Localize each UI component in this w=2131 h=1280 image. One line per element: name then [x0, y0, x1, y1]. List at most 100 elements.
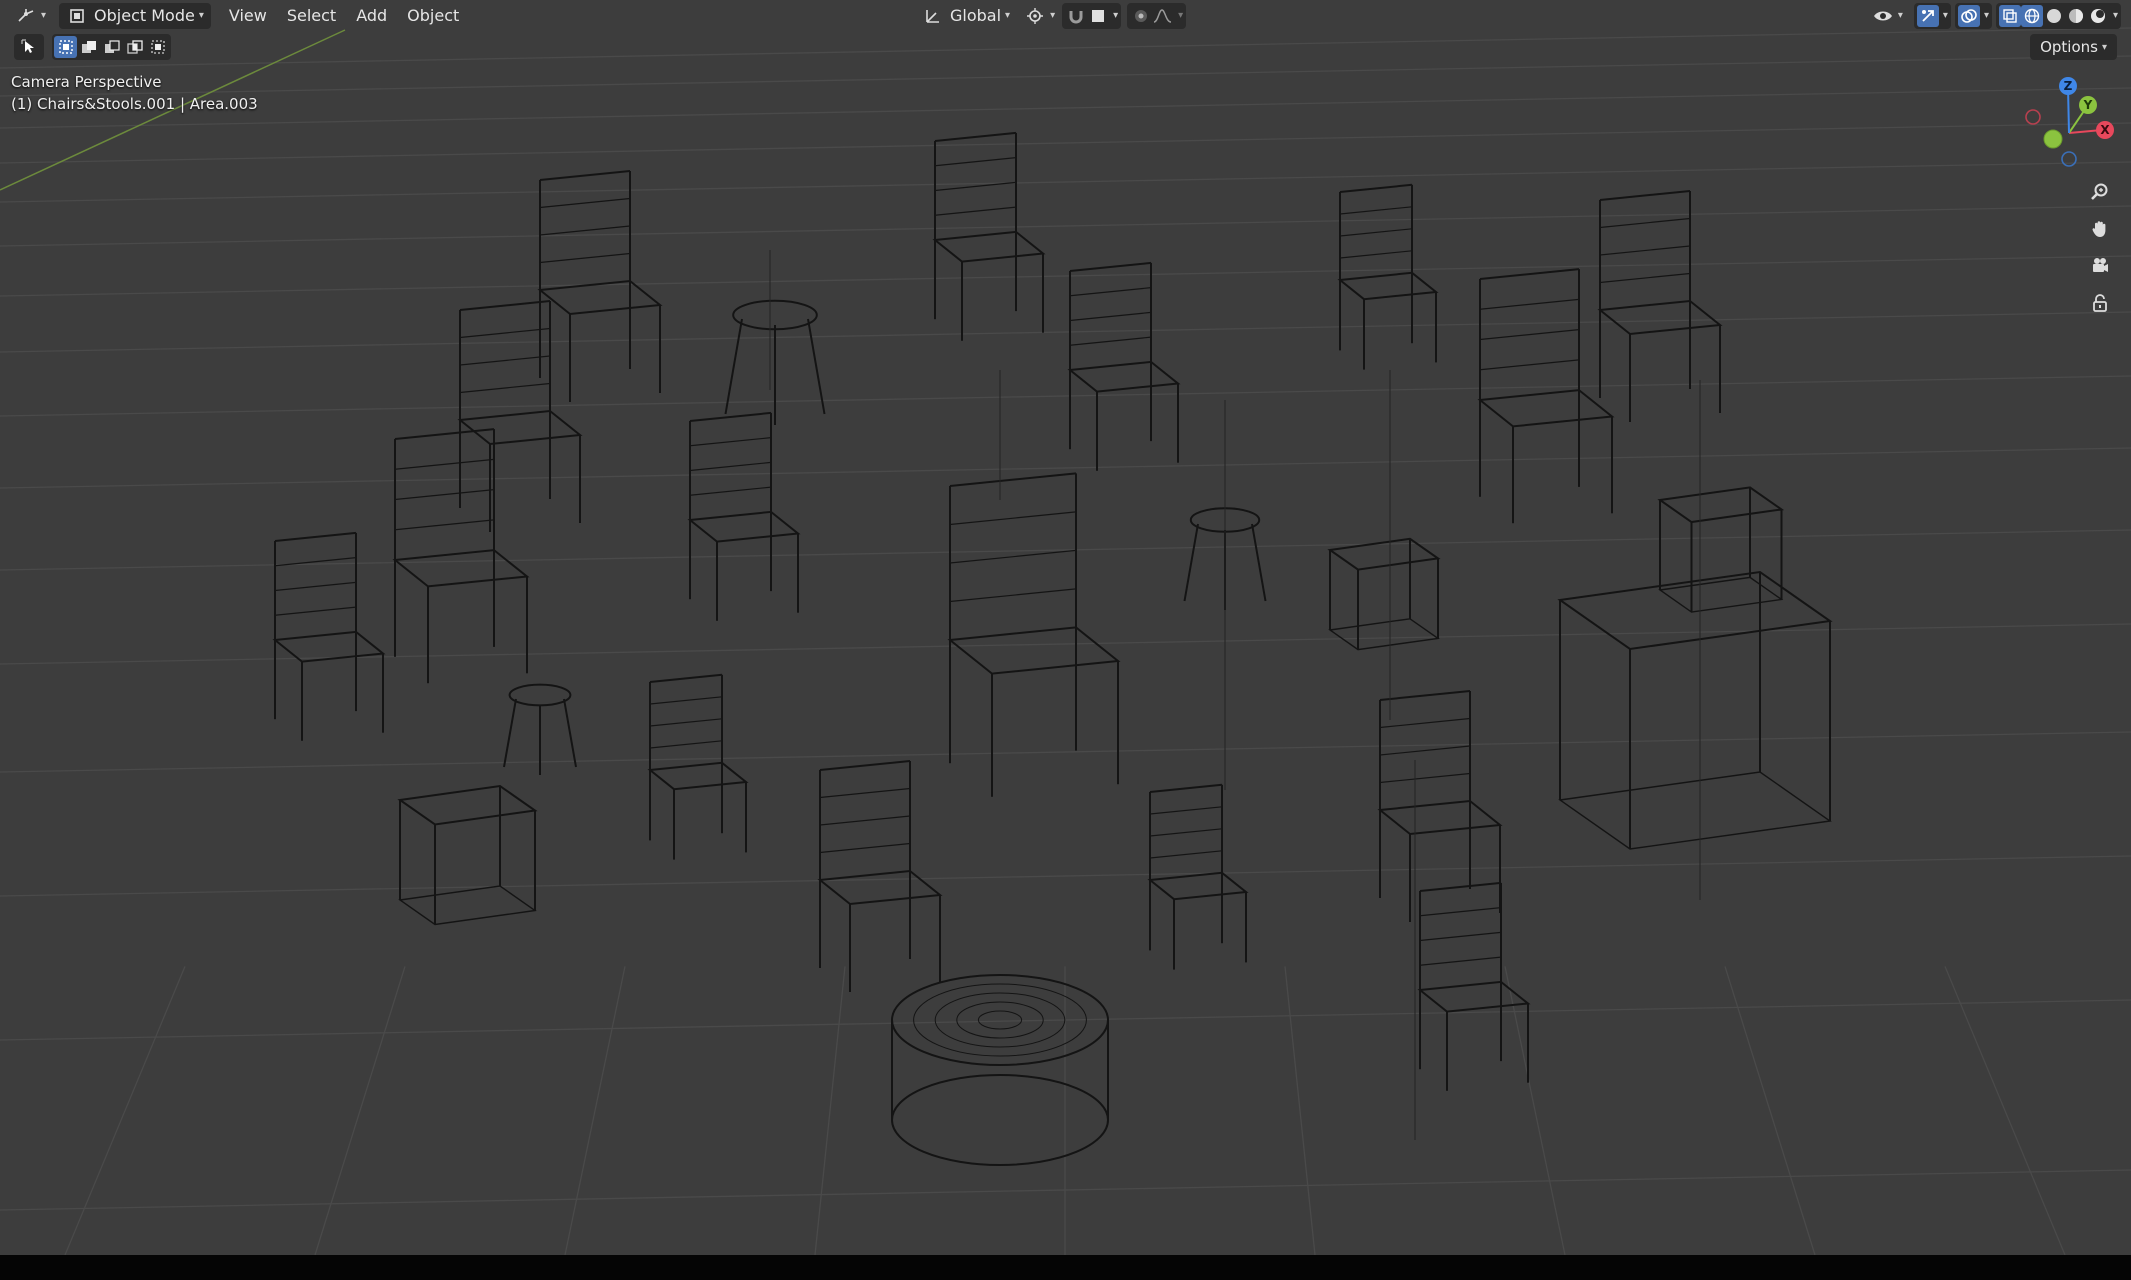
- y-axis-handle[interactable]: Y: [2079, 96, 2097, 114]
- falloff-curve-icon[interactable]: [1152, 5, 1174, 27]
- viewport-header: ▾ Object Mode ▾ View Select Add Object G…: [0, 0, 2131, 31]
- xray-icon[interactable]: [1998, 4, 2021, 27]
- chevron-down-icon: ▾: [1005, 10, 1011, 21]
- options-dropdown[interactable]: Options ▾: [2030, 34, 2117, 60]
- transform-orientation-dropdown[interactable]: Global ▾: [915, 3, 1017, 29]
- 3d-viewport-icon: [15, 5, 37, 27]
- chair-wireframe[interactable]: [1067, 261, 1181, 471]
- view-name-text: Camera Perspective: [11, 73, 162, 91]
- snapping-group: ▾: [1062, 2, 1122, 29]
- editor-type-button[interactable]: ▾: [8, 3, 53, 29]
- menu-select[interactable]: Select: [277, 3, 346, 29]
- pivot-point-dropdown[interactable]: ▾: [1017, 3, 1062, 29]
- select-intersect-icon[interactable]: [146, 36, 169, 58]
- x-axis-handle[interactable]: X: [2096, 121, 2114, 139]
- chair-wireframe[interactable]: [1597, 190, 1723, 422]
- box-stool-wireframe[interactable]: [1557, 570, 1833, 850]
- chair-wireframe[interactable]: [1337, 183, 1439, 370]
- zoom-icon: [2089, 181, 2111, 203]
- rendered-shading-icon[interactable]: [2087, 5, 2109, 27]
- menu-object[interactable]: Object: [397, 3, 469, 29]
- camera-view-button[interactable]: [2085, 251, 2115, 281]
- chair-wireframe[interactable]: [1417, 881, 1531, 1091]
- blender-window: ▾ Object Mode ▾ View Select Add Object G…: [0, 0, 2131, 1280]
- menu-view[interactable]: View: [219, 3, 277, 29]
- transform-controls: Global ▾ ▾ ▾ ▾: [915, 2, 1187, 29]
- chevron-down-icon: ▾: [198, 10, 204, 21]
- chevron-down-icon[interactable]: ▾: [1113, 10, 1118, 21]
- chair-wireframe[interactable]: [817, 760, 943, 992]
- zoom-button[interactable]: [2085, 177, 2115, 207]
- visibility-eye-icon: [1872, 5, 1894, 27]
- floor-grid: [0, 27, 2131, 1255]
- pivot-point-icon: [1024, 5, 1046, 27]
- options-label: Options: [2040, 38, 2098, 56]
- overlays-icon[interactable]: [1957, 4, 1980, 27]
- lock-camera-button[interactable]: [2085, 288, 2115, 318]
- chevron-down-icon[interactable]: ▾: [1943, 10, 1948, 21]
- chair-wireframe[interactable]: [1477, 268, 1615, 524]
- box-stool-wireframe[interactable]: [1327, 537, 1441, 651]
- chevron-down-icon: ▾: [41, 10, 47, 21]
- object-mode-icon: [66, 5, 88, 27]
- menu-add[interactable]: Add: [346, 3, 397, 29]
- chair-wireframe[interactable]: [1377, 690, 1503, 922]
- chair-wireframe[interactable]: [687, 411, 801, 621]
- gizmo-icon[interactable]: [1916, 4, 1939, 27]
- selection-mode-group: [52, 34, 171, 60]
- chair-wireframe[interactable]: [1147, 783, 1249, 970]
- chair-wireframe[interactable]: [647, 673, 749, 860]
- visibility-dropdown[interactable]: ▾: [1865, 3, 1910, 29]
- stool-wireframe[interactable]: [724, 299, 826, 425]
- chevron-down-icon[interactable]: ▾: [1178, 10, 1183, 21]
- box-stool-wireframe[interactable]: [397, 784, 538, 926]
- chair-wireframe[interactable]: [947, 472, 1121, 797]
- solid-shading-icon[interactable]: [2043, 5, 2065, 27]
- pan-hand-icon: [2089, 218, 2111, 240]
- pan-button[interactable]: [2085, 214, 2115, 244]
- transform-orientation-label: Global: [950, 6, 1002, 25]
- overlays-toggle-group: ▾: [1954, 2, 1992, 29]
- status-bar: [0, 1255, 2131, 1280]
- z-axis-label: Z: [2064, 79, 2073, 93]
- select-extend-icon[interactable]: [77, 36, 100, 58]
- object-mode-dropdown[interactable]: Object Mode ▾: [59, 2, 211, 29]
- chevron-down-icon[interactable]: ▾: [1984, 10, 1989, 21]
- chevron-down-icon: ▾: [1897, 10, 1903, 21]
- tool-settings-row: [14, 34, 171, 60]
- y-axis-label: Y: [2083, 98, 2093, 112]
- chevron-down-icon[interactable]: ▾: [2113, 10, 2118, 21]
- active-tool-button[interactable]: [14, 34, 44, 60]
- chevron-down-icon: ▾: [1050, 10, 1056, 21]
- ottoman-wireframe[interactable]: [891, 974, 1109, 1166]
- viewport-display-controls: ▾ ▾ ▾ ▾: [1865, 2, 2121, 29]
- chair-wireframe[interactable]: [932, 131, 1046, 341]
- proportional-editing-icon[interactable]: [1130, 5, 1152, 27]
- chevron-down-icon: ▾: [2101, 41, 2107, 53]
- navigation-gizmo[interactable]: X Y Z: [2015, 73, 2125, 173]
- z-axis-handle[interactable]: Z: [2059, 77, 2077, 95]
- proportional-group: ▾: [1127, 2, 1187, 29]
- negative-y-axis-handle[interactable]: [2043, 129, 2063, 149]
- snap-magnet-icon[interactable]: [1065, 5, 1087, 27]
- shading-group: ▾: [1995, 2, 2121, 29]
- select-subtract-icon[interactable]: [100, 36, 123, 58]
- negative-z-axis-handle[interactable]: [2061, 151, 2077, 167]
- snap-target-icon[interactable]: [1087, 5, 1109, 27]
- material-shading-icon[interactable]: [2065, 5, 2087, 27]
- header-menus: View Select Add Object: [219, 3, 469, 29]
- gizmo-toggle-group: ▾: [1913, 2, 1951, 29]
- select-invert-icon[interactable]: [123, 36, 146, 58]
- viewport-canvas[interactable]: [0, 0, 2131, 1255]
- mode-label: Object Mode: [94, 6, 195, 25]
- chair-wireframe[interactable]: [537, 170, 663, 402]
- select-new-icon[interactable]: [54, 36, 77, 58]
- viewport-info-overlay: Camera Perspective (1) Chairs&Stools.001…: [11, 71, 258, 115]
- box-stool-wireframe[interactable]: [1657, 486, 1785, 613]
- negative-x-axis-handle[interactable]: [2025, 109, 2041, 125]
- chair-wireframe[interactable]: [457, 300, 583, 532]
- collection-info-text: (1) Chairs&Stools.001 | Area.003: [11, 95, 258, 113]
- wireframe-shading-icon[interactable]: [2020, 4, 2043, 27]
- lock-icon: [2089, 292, 2111, 314]
- 3d-viewport[interactable]: [0, 0, 2131, 1255]
